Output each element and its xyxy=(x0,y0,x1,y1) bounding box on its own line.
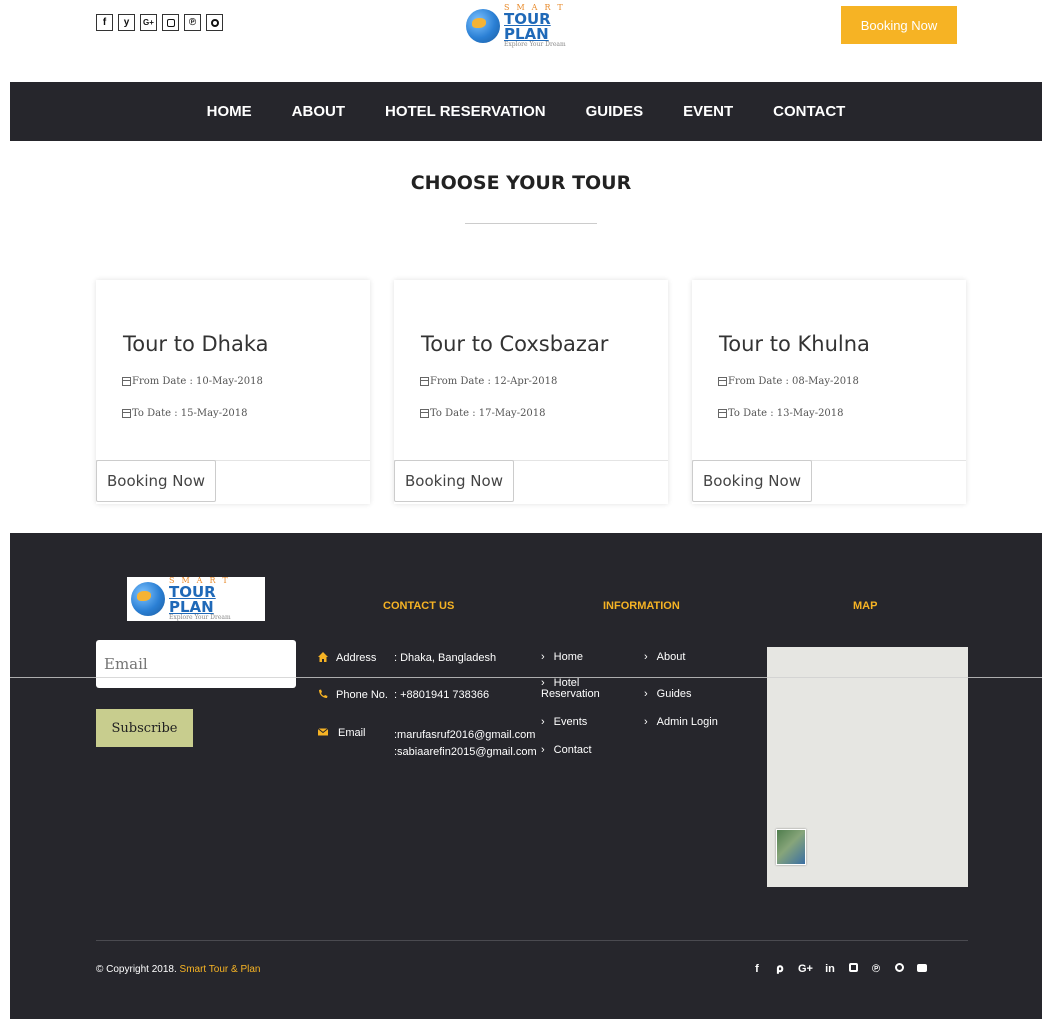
email-label: Email xyxy=(338,727,366,739)
footer-link-admin-login[interactable]: › Admin Login xyxy=(644,717,718,728)
horizontal-line xyxy=(10,677,1042,678)
footer-divider xyxy=(96,940,968,941)
title-divider xyxy=(465,223,597,224)
tour-from-date: From Date : 12-Apr-2018 xyxy=(420,376,557,387)
email-value-1: :marufasruf2016@gmail.com xyxy=(394,729,536,741)
tour-booking-button[interactable]: Booking Now xyxy=(692,460,812,502)
globe-icon xyxy=(466,9,500,43)
calendar-icon xyxy=(122,377,131,386)
home-icon xyxy=(318,652,328,662)
nav-about[interactable]: ABOUT xyxy=(292,103,345,120)
facebook-icon[interactable]: f xyxy=(752,963,762,976)
site-logo[interactable]: SMART TOUR PLAN Explore Your Dream xyxy=(466,4,598,48)
opera-icon[interactable] xyxy=(894,963,904,976)
nav-event[interactable]: EVENT xyxy=(683,103,733,120)
footer-link-contact[interactable]: › Contact xyxy=(541,745,592,756)
pinterest-icon[interactable]: ℗ xyxy=(184,14,201,31)
tour-booking-button[interactable]: Booking Now xyxy=(96,460,216,502)
logo-tagline: Explore Your Dream xyxy=(169,614,231,621)
footer-link-guides[interactable]: › Guides xyxy=(644,689,692,700)
address-label: Address xyxy=(336,652,377,664)
phone-label: Phone No. xyxy=(336,689,388,701)
footer-link-home[interactable]: › Home xyxy=(541,652,583,663)
tour-card: Tour to Khulna From Date : 08-May-2018 T… xyxy=(692,280,966,504)
footer-link-about[interactable]: › About xyxy=(644,652,685,663)
phone-value: : +8801941 738366 xyxy=(394,689,490,701)
tour-card: Tour to Dhaka From Date : 10-May-2018 To… xyxy=(96,280,370,504)
subscribe-button[interactable]: Subscribe xyxy=(96,709,193,747)
instagram-icon[interactable] xyxy=(162,14,179,31)
tour-name: Tour to Coxsbazar xyxy=(421,332,609,356)
envelope-icon xyxy=(318,728,328,736)
tour-name: Tour to Khulna xyxy=(719,332,870,356)
email-value-2: :sabiaarefin2015@gmail.com xyxy=(394,746,537,758)
calendar-icon xyxy=(122,409,131,418)
top-bar: f y G+ ℗ SMART TOUR PLAN Explore Your Dr… xyxy=(0,0,1042,82)
footer-link-hotel-reservation[interactable]: › Hotel Reservation xyxy=(541,678,613,700)
footer-social-links: f 𝛒 G+ in ℗ xyxy=(752,963,927,976)
chevron-right-icon: › xyxy=(541,716,545,728)
twitter-icon[interactable]: 𝛒 xyxy=(775,963,785,976)
globe-icon xyxy=(131,582,165,616)
logo-main-text: TOUR PLAN xyxy=(169,583,216,616)
facebook-icon[interactable]: f xyxy=(96,14,113,31)
footer-logo[interactable]: SMART TOUR PLAN Explore Your Dream xyxy=(127,577,265,621)
tour-card: Tour to Coxsbazar From Date : 12-Apr-201… xyxy=(394,280,668,504)
nav-hotel-reservation[interactable]: HOTEL RESERVATION xyxy=(385,103,546,120)
instagram-icon[interactable] xyxy=(848,963,858,976)
calendar-icon xyxy=(420,377,429,386)
contact-heading: CONTACT US xyxy=(383,600,455,612)
tour-name: Tour to Dhaka xyxy=(123,332,269,356)
map-heading: MAP xyxy=(853,600,878,612)
address-value: : Dhaka, Bangladesh xyxy=(394,652,497,664)
map-satellite-toggle[interactable] xyxy=(776,829,806,865)
chevron-right-icon: › xyxy=(541,744,545,756)
nav-guides[interactable]: GUIDES xyxy=(586,103,644,120)
calendar-icon xyxy=(718,377,727,386)
chevron-right-icon: › xyxy=(644,716,648,728)
tour-to-date: To Date : 17-May-2018 xyxy=(420,408,546,419)
chevron-right-icon: › xyxy=(541,651,545,663)
phone-icon xyxy=(319,689,328,698)
header-booking-button[interactable]: Booking Now xyxy=(841,6,957,44)
tour-from-date: From Date : 10-May-2018 xyxy=(122,376,263,387)
tour-booking-button[interactable]: Booking Now xyxy=(394,460,514,502)
chevron-right-icon: › xyxy=(644,688,648,700)
nav-home[interactable]: HOME xyxy=(207,103,252,120)
twitter-icon[interactable]: y xyxy=(118,14,135,31)
google-plus-icon[interactable]: G+ xyxy=(798,963,813,976)
chevron-right-icon: › xyxy=(644,651,648,663)
calendar-icon xyxy=(420,409,429,418)
nav-contact[interactable]: CONTACT xyxy=(773,103,845,120)
main-nav: HOME ABOUT HOTEL RESERVATION GUIDES EVEN… xyxy=(10,82,1042,141)
linkedin-icon[interactable]: in xyxy=(825,963,835,976)
youtube-icon[interactable] xyxy=(917,963,927,976)
section-title: CHOOSE YOUR TOUR xyxy=(410,172,632,194)
newsletter-email-input[interactable] xyxy=(96,640,296,688)
tour-from-date: From Date : 08-May-2018 xyxy=(718,376,859,387)
calendar-icon xyxy=(718,409,727,418)
copyright-brand-link[interactable]: Smart Tour & Plan xyxy=(180,964,261,975)
copyright: © Copyright 2018. Smart Tour & Plan xyxy=(96,964,261,975)
footer-link-events[interactable]: › Events xyxy=(541,717,587,728)
logo-tagline: Explore Your Dream xyxy=(504,41,566,48)
logo-main-text: TOUR PLAN xyxy=(504,10,551,43)
google-plus-icon[interactable]: G+ xyxy=(140,14,157,31)
tour-to-date: To Date : 13-May-2018 xyxy=(718,408,844,419)
information-heading: INFORMATION xyxy=(603,600,680,612)
tour-to-date: To Date : 15-May-2018 xyxy=(122,408,248,419)
opera-icon[interactable] xyxy=(206,14,223,31)
header-social-links: f y G+ ℗ xyxy=(96,14,223,31)
pinterest-icon[interactable]: ℗ xyxy=(871,963,881,976)
